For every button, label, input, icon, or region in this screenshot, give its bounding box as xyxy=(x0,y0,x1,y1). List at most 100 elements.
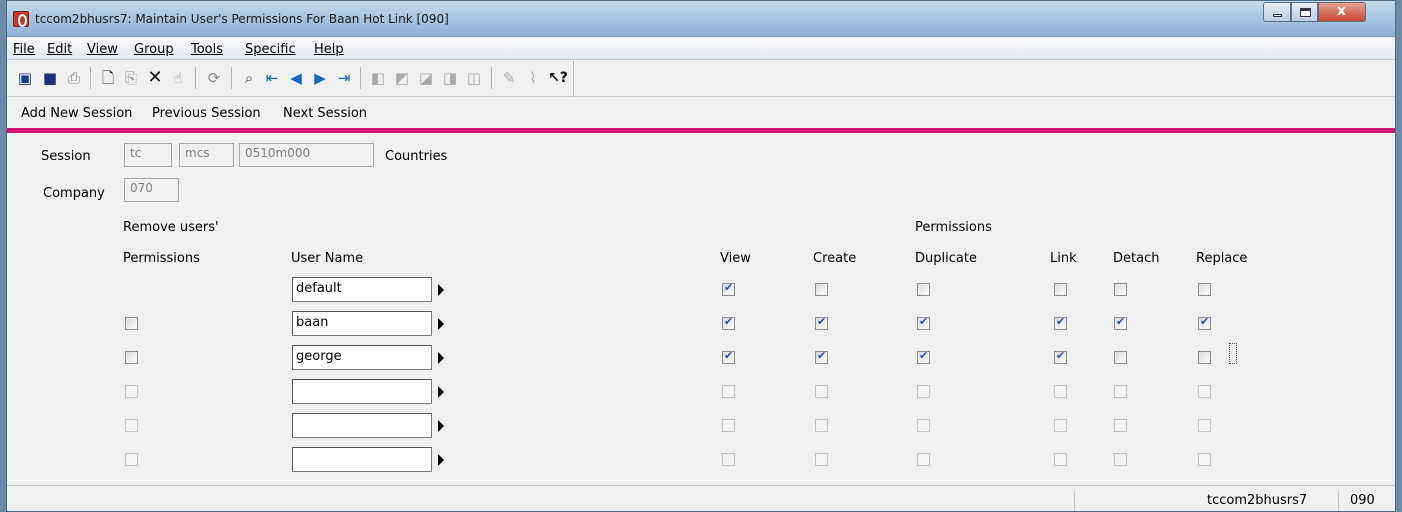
maximize-button[interactable] xyxy=(1291,2,1318,22)
mark-icon[interactable]: ☝ xyxy=(167,67,189,89)
replace-permission-checkbox[interactable] xyxy=(1198,315,1211,330)
user-name-field[interactable]: george xyxy=(292,345,432,370)
add-new-session-button[interactable]: Add New Session xyxy=(21,106,132,121)
replace-permission-checkbox[interactable] xyxy=(1198,283,1211,296)
header-create: Create xyxy=(813,251,857,266)
link-permission-checkbox[interactable] xyxy=(1054,349,1067,364)
status-cell xyxy=(1074,491,1075,511)
create-permission-checkbox[interactable] xyxy=(815,315,828,330)
header-link: Link xyxy=(1050,251,1077,266)
menu-help[interactable]: Help xyxy=(314,42,344,57)
group-icon[interactable]: ◫ xyxy=(463,67,485,89)
view-permission-checkbox[interactable] xyxy=(722,315,735,330)
open-icon[interactable]: ▣ xyxy=(14,67,36,89)
replace-permission-checkbox[interactable] xyxy=(1198,453,1211,466)
help-icon[interactable]: ↖? xyxy=(547,67,569,89)
previous-group-icon[interactable]: ◩ xyxy=(391,67,413,89)
link-permission-checkbox[interactable] xyxy=(1054,283,1067,296)
attachment-icon[interactable]: ⌇ xyxy=(522,67,544,89)
detach-permission-checkbox[interactable] xyxy=(1114,351,1127,364)
detach-permission-checkbox[interactable] xyxy=(1114,315,1127,330)
replace-permission-checkbox[interactable] xyxy=(1198,351,1211,364)
title-bar[interactable]: tccom2bhusrs7: Maintain User's Permissio… xyxy=(7,1,1395,37)
remove-permissions-checkbox[interactable] xyxy=(125,385,138,398)
refresh-icon[interactable]: ⟳ xyxy=(203,67,225,89)
first-group-icon[interactable]: ◧ xyxy=(367,67,389,89)
view-permission-checkbox[interactable] xyxy=(722,453,735,466)
zoom-arrow-icon[interactable] xyxy=(438,352,444,364)
previous-record-icon[interactable]: ◀ xyxy=(285,67,307,89)
user-name-field[interactable] xyxy=(292,413,432,438)
link-permission-checkbox[interactable] xyxy=(1054,315,1067,330)
last-group-icon[interactable]: ◨ xyxy=(439,67,461,89)
session-label: Session xyxy=(41,149,91,164)
duplicate-permission-checkbox[interactable] xyxy=(917,453,930,466)
zoom-arrow-icon[interactable] xyxy=(438,318,444,330)
view-permission-checkbox[interactable] xyxy=(722,385,735,398)
session-description: Countries xyxy=(385,149,448,164)
create-permission-checkbox[interactable] xyxy=(815,419,828,432)
user-name-field[interactable]: default xyxy=(292,277,432,302)
toolbar: ▣ ■ ⎙ 🗋 ⎘ ✕ ☝ ⟳ ⌕ ⇤ ◀ ▶ ⇥ ◧ ◩ ◪ ◨ ◫ ✎ ⌇ … xyxy=(7,61,1395,97)
save-icon[interactable]: ■ xyxy=(39,67,61,89)
detach-permission-checkbox[interactable] xyxy=(1114,283,1127,296)
detach-permission-checkbox[interactable] xyxy=(1114,419,1127,432)
duplicate-permission-checkbox[interactable] xyxy=(917,385,930,398)
detach-permission-checkbox[interactable] xyxy=(1114,453,1127,466)
user-name-field[interactable] xyxy=(292,379,432,404)
duplicate-permission-checkbox[interactable] xyxy=(917,283,930,296)
toolbar-separator xyxy=(491,67,492,89)
delete-icon[interactable]: ✕ xyxy=(144,67,166,89)
replace-permission-checkbox[interactable] xyxy=(1198,385,1211,398)
remove-permissions-checkbox[interactable] xyxy=(125,419,138,432)
minimize-button[interactable] xyxy=(1263,2,1291,22)
last-record-icon[interactable]: ⇥ xyxy=(333,67,355,89)
link-permission-checkbox[interactable] xyxy=(1054,385,1067,398)
zoom-arrow-icon[interactable] xyxy=(438,420,444,432)
menu-tools[interactable]: Tools xyxy=(191,42,223,57)
menu-group[interactable]: Group xyxy=(134,42,174,57)
duplicate-permission-checkbox[interactable] xyxy=(917,419,930,432)
first-record-icon[interactable]: ⇤ xyxy=(261,67,283,89)
find-icon[interactable]: ⌕ xyxy=(238,67,260,89)
menu-view[interactable]: View xyxy=(87,42,118,57)
app-icon[interactable] xyxy=(13,11,29,27)
zoom-arrow-icon[interactable] xyxy=(438,386,444,398)
status-cell xyxy=(1338,491,1339,511)
menu-edit[interactable]: Edit xyxy=(47,42,72,57)
create-permission-checkbox[interactable] xyxy=(815,283,828,296)
next-group-icon[interactable]: ◪ xyxy=(415,67,437,89)
text-icon[interactable]: ✎ xyxy=(498,67,520,89)
focus-indicator xyxy=(1229,343,1237,364)
duplicate-permission-checkbox[interactable] xyxy=(917,349,930,364)
view-permission-checkbox[interactable] xyxy=(722,349,735,364)
new-icon[interactable]: 🗋 xyxy=(97,67,119,89)
menu-file[interactable]: File xyxy=(13,42,35,57)
previous-session-button[interactable]: Previous Session xyxy=(152,106,261,121)
create-permission-checkbox[interactable] xyxy=(815,453,828,466)
link-permission-checkbox[interactable] xyxy=(1054,419,1067,432)
detach-permission-checkbox[interactable] xyxy=(1114,385,1127,398)
session-module-field: mcs xyxy=(179,143,234,167)
replace-permission-checkbox[interactable] xyxy=(1198,419,1211,432)
link-permission-checkbox[interactable] xyxy=(1054,453,1067,466)
print-icon[interactable]: ⎙ xyxy=(63,67,85,89)
view-permission-checkbox[interactable] xyxy=(722,281,735,296)
remove-permissions-checkbox[interactable] xyxy=(125,453,138,466)
user-name-field[interactable]: baan xyxy=(292,311,432,336)
duplicate-permission-checkbox[interactable] xyxy=(917,315,930,330)
menu-file-label: File xyxy=(13,42,35,57)
user-name-field[interactable] xyxy=(292,447,432,472)
remove-permissions-checkbox[interactable] xyxy=(125,351,138,364)
view-permission-checkbox[interactable] xyxy=(722,419,735,432)
create-permission-checkbox[interactable] xyxy=(815,385,828,398)
next-record-icon[interactable]: ▶ xyxy=(309,67,331,89)
menu-specific[interactable]: Specific xyxy=(245,42,296,57)
zoom-arrow-icon[interactable] xyxy=(438,454,444,466)
remove-permissions-checkbox[interactable] xyxy=(125,317,138,330)
zoom-arrow-icon[interactable] xyxy=(438,284,444,296)
create-permission-checkbox[interactable] xyxy=(815,349,828,364)
next-session-button[interactable]: Next Session xyxy=(283,106,367,121)
close-button[interactable]: x xyxy=(1318,2,1366,22)
copy-icon[interactable]: ⎘ xyxy=(120,67,142,89)
